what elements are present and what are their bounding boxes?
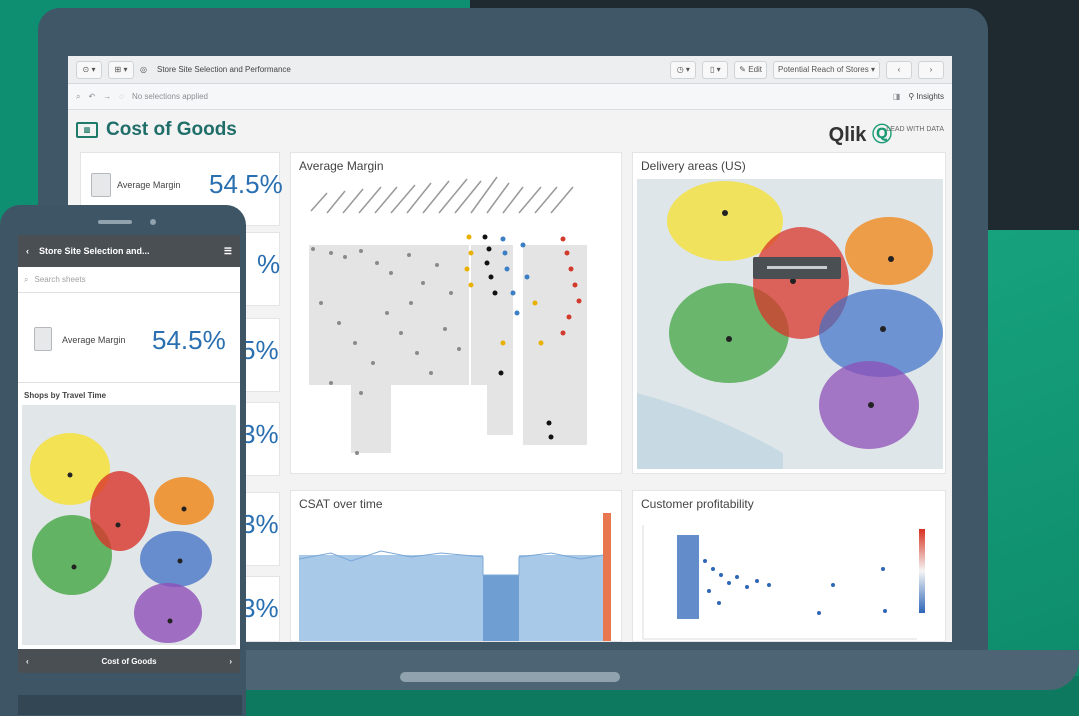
pencil-icon: ✎ [739,65,746,74]
highlight-bar [603,513,611,641]
next-sheet-button[interactable]: › [918,60,944,79]
comment-icon: ◷ ▾ [676,65,690,74]
kpi-label: Average Margin [62,335,126,345]
kpi-value: 3% [241,419,279,449]
kpi-value: 3% [241,593,279,623]
phone-bottom-bezel [18,695,242,715]
insights-icon: ⚲ [908,92,915,101]
average-margin-chart[interactable]: Average Margin [290,152,622,474]
selections-bar: ⌕ ↶ → ◌ No selections applied ◨ ⚲ Insigh… [68,84,952,110]
kpi-value: 54.5% [209,169,283,199]
color-legend [919,529,925,613]
qlik-logo: Qlik Ⓠ [828,124,892,146]
kpi-value: 3% [241,509,279,539]
profitability-scatter [642,525,925,640]
phone-footer: ‹ Cost of Goods › [18,649,240,673]
edit-label: Edit [748,65,763,74]
phone-screen: ‹ Store Site Selection and... ☰ ⌕ Search… [18,235,240,673]
bookmark-icon: ▯ ▾ [709,65,721,74]
chevron-down-icon: ▾ [870,65,875,74]
distribution-bands [309,245,587,453]
dense-point-cluster [677,535,699,619]
phone-header: ‹ Store Site Selection and... ☰ [18,235,240,267]
csat-chart[interactable]: CSAT over time [290,490,622,642]
kpi-value: % [257,249,281,279]
selections-placeholder: No selections applied [131,92,208,101]
smart-search-icon[interactable]: ⌕ [76,92,80,102]
sheet-icon: ◎ [140,65,147,74]
bookmark-button[interactable]: ▯ ▾ [702,60,729,79]
kpi-icon [91,173,111,197]
phone-travel-time-map[interactable]: Shops by Travel Time [18,383,240,649]
kpi-value: 5% [241,335,279,365]
compass-icon: ⊙ ▾ [82,65,96,74]
phone-camera [150,219,156,225]
bookmark-select-label: Potential Reach of Stores [778,65,869,74]
back-icon[interactable]: ‹ [26,246,29,256]
travel-time-map [22,405,236,645]
sheets-button[interactable]: ⊞ ▾ [108,60,134,79]
kpi-icon [34,327,52,351]
csat-bars [298,513,611,641]
kpi-value: 54.5% [152,325,226,355]
sheet-title: Store Site Selection and Performance [156,65,291,74]
insights-label: Insights [916,92,944,101]
lasso-icon[interactable]: ◨ [893,92,901,101]
footer-sheet-label: Cost of Goods [101,656,157,666]
phone-speaker [98,220,132,224]
laptop-notch [400,672,620,682]
kpi-label: Average Margin [117,180,181,190]
edit-button[interactable]: ✎ Edit [734,60,768,79]
clear-icon[interactable]: ◌ [119,92,124,101]
chevron-right-icon: › [929,65,933,74]
search-icon: ⌕ [24,274,29,284]
phone-kpi-average-margin[interactable]: Average Margin 54.5% [18,293,240,383]
phone-search-input[interactable]: ⌕ Search sheets [18,267,240,293]
map-tooltip-text [767,266,827,269]
insights-button[interactable]: ⚲ Insights [908,92,944,101]
customer-profitability-chart[interactable]: Customer profitability [632,490,946,642]
top-toolbar: ⊙ ▾ ⊞ ▾ ◎ Store Site Selection and Perfo… [68,56,952,84]
search-placeholder: Search sheets [34,275,86,284]
qlik-tagline: LEAD WITH DATA [886,126,944,133]
app-header: ▥ Cost of Goods Qlik Ⓠ LEAD WITH DATA [68,112,952,148]
previous-sheet-button[interactable]: ‹ [886,60,912,79]
chevron-right-icon[interactable]: › [229,657,232,666]
delivery-areas-map[interactable]: Delivery areas (US) [632,152,946,474]
menu-icon[interactable]: ☰ [224,246,232,257]
comment-button[interactable]: ◷ ▾ [670,60,697,79]
navigation-button[interactable]: ⊙ ▾ [76,60,102,79]
app-title: Cost of Goods [106,119,237,140]
phone-frame: ‹ Store Site Selection and... ☰ ⌕ Search… [0,205,246,716]
delivery-map [637,179,943,469]
orange-zone [845,217,933,285]
rotated-axis-labels [310,176,574,214]
grid-icon: ⊞ ▾ [114,65,128,74]
back-icon[interactable]: ↶ [88,92,95,101]
chevron-left-icon: ‹ [897,65,901,74]
forward-icon[interactable]: → [103,92,111,101]
margin-distribution-plot [309,176,587,455]
bookmark-select[interactable]: Potential Reach of Stores ▾ [773,60,880,79]
phone-sheet-title: Store Site Selection and... [39,246,150,256]
app-icon: ▥ [76,122,98,138]
